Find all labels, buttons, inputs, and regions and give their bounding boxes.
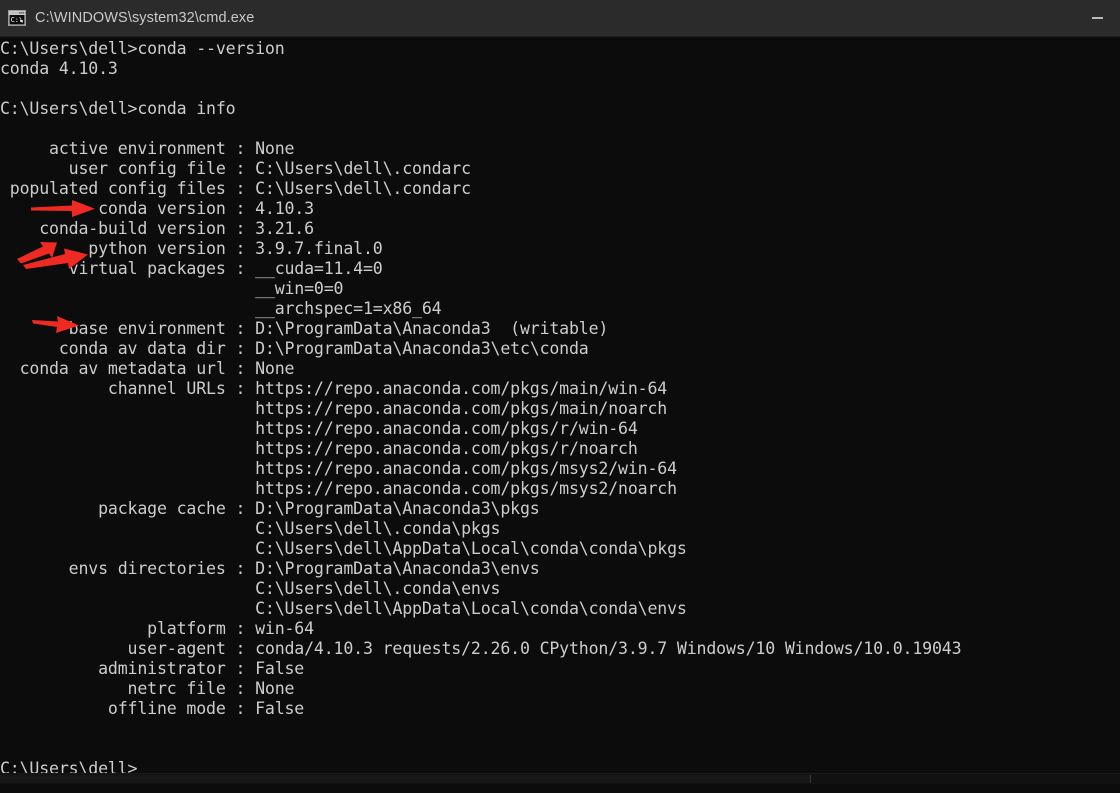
console-output-area[interactable]: C:\Users\dell>conda --version conda 4.10…	[0, 37, 1120, 784]
horizontal-scrollbar-thumb[interactable]	[0, 775, 811, 783]
console-text: C:\Users\dell>conda --version conda 4.10…	[0, 39, 962, 778]
cmd-console-icon: C:\	[8, 10, 26, 26]
horizontal-scrollbar[interactable]	[0, 773, 1120, 784]
window-title-bar[interactable]: C:\ C:\WINDOWS\system32\cmd.exe	[0, 0, 1120, 37]
minimize-button[interactable]	[1074, 0, 1120, 36]
minimize-icon	[1091, 17, 1103, 19]
window-controls	[1074, 0, 1120, 36]
svg-text:C:\: C:\	[11, 16, 24, 24]
window-title-text: C:\WINDOWS\system32\cmd.exe	[35, 10, 255, 26]
